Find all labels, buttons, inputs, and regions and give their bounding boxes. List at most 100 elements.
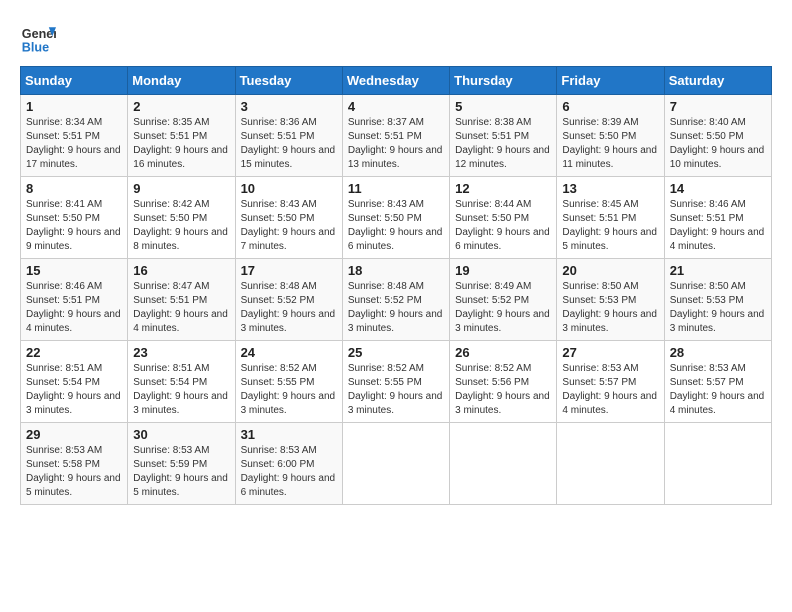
day-info: Sunrise: 8:42 AMSunset: 5:50 PMDaylight:… <box>133 198 229 254</box>
day-number: 10 <box>241 181 337 196</box>
day-info: Sunrise: 8:39 AMSunset: 5:50 PMDaylight:… <box>562 116 658 172</box>
calendar-cell: 10 Sunrise: 8:43 AMSunset: 5:50 PMDayligh… <box>235 177 342 259</box>
calendar-cell: 9 Sunrise: 8:42 AMSunset: 5:50 PMDaylight… <box>128 177 235 259</box>
day-info: Sunrise: 8:43 AMSunset: 5:50 PMDaylight:… <box>241 198 337 254</box>
calendar-cell: 2 Sunrise: 8:35 AMSunset: 5:51 PMDaylight… <box>128 95 235 177</box>
calendar-header-wednesday: Wednesday <box>342 67 449 95</box>
day-info: Sunrise: 8:53 AMSunset: 5:57 PMDaylight:… <box>562 362 658 418</box>
day-info: Sunrise: 8:46 AMSunset: 5:51 PMDaylight:… <box>670 198 766 254</box>
day-info: Sunrise: 8:35 AMSunset: 5:51 PMDaylight:… <box>133 116 229 172</box>
calendar-header-monday: Monday <box>128 67 235 95</box>
day-number: 9 <box>133 181 229 196</box>
day-info: Sunrise: 8:45 AMSunset: 5:51 PMDaylight:… <box>562 198 658 254</box>
day-number: 18 <box>348 263 444 278</box>
day-number: 16 <box>133 263 229 278</box>
calendar-cell: 22 Sunrise: 8:51 AMSunset: 5:54 PMDayligh… <box>21 341 128 423</box>
svg-text:Blue: Blue <box>22 41 49 55</box>
day-number: 7 <box>670 99 766 114</box>
calendar-header-tuesday: Tuesday <box>235 67 342 95</box>
day-info: Sunrise: 8:53 AMSunset: 5:59 PMDaylight:… <box>133 444 229 500</box>
calendar-cell: 19 Sunrise: 8:49 AMSunset: 5:52 PMDayligh… <box>450 259 557 341</box>
calendar-cell <box>557 423 664 505</box>
day-number: 30 <box>133 427 229 442</box>
day-info: Sunrise: 8:38 AMSunset: 5:51 PMDaylight:… <box>455 116 551 172</box>
calendar-cell: 11Sunrise: 8:43 AMSunset: 5:50 PMDayligh… <box>342 177 449 259</box>
day-info: Sunrise: 8:53 AMSunset: 5:58 PMDaylight:… <box>26 444 122 500</box>
calendar-cell: 7 Sunrise: 8:40 AMSunset: 5:50 PMDaylight… <box>664 95 771 177</box>
day-number: 2 <box>133 99 229 114</box>
day-number: 20 <box>562 263 658 278</box>
day-number: 1 <box>26 99 122 114</box>
calendar-body: 1 Sunrise: 8:34 AMSunset: 5:51 PMDaylight… <box>21 95 772 505</box>
day-number: 25 <box>348 345 444 360</box>
calendar-week-row: 15 Sunrise: 8:46 AMSunset: 5:51 PMDayligh… <box>21 259 772 341</box>
calendar-header-sunday: Sunday <box>21 67 128 95</box>
day-number: 29 <box>26 427 122 442</box>
day-number: 13 <box>562 181 658 196</box>
day-number: 26 <box>455 345 551 360</box>
day-info: Sunrise: 8:52 AMSunset: 5:55 PMDaylight:… <box>241 362 337 418</box>
day-info: Sunrise: 8:50 AMSunset: 5:53 PMDaylight:… <box>562 280 658 336</box>
calendar-header-thursday: Thursday <box>450 67 557 95</box>
day-number: 31 <box>241 427 337 442</box>
day-number: 5 <box>455 99 551 114</box>
day-number: 14 <box>670 181 766 196</box>
calendar-cell: 1 Sunrise: 8:34 AMSunset: 5:51 PMDaylight… <box>21 95 128 177</box>
calendar-header-friday: Friday <box>557 67 664 95</box>
calendar-cell: 30 Sunrise: 8:53 AMSunset: 5:59 PMDayligh… <box>128 423 235 505</box>
calendar-cell <box>664 423 771 505</box>
calendar-cell: 3Sunrise: 8:36 AMSunset: 5:51 PMDaylight… <box>235 95 342 177</box>
day-info: Sunrise: 8:51 AMSunset: 5:54 PMDaylight:… <box>26 362 122 418</box>
calendar-cell: 16 Sunrise: 8:47 AMSunset: 5:51 PMDayligh… <box>128 259 235 341</box>
calendar-week-row: 22 Sunrise: 8:51 AMSunset: 5:54 PMDayligh… <box>21 341 772 423</box>
day-number: 24 <box>241 345 337 360</box>
calendar-cell: 25Sunrise: 8:52 AMSunset: 5:55 PMDayligh… <box>342 341 449 423</box>
calendar-week-row: 29 Sunrise: 8:53 AMSunset: 5:58 PMDayligh… <box>21 423 772 505</box>
day-info: Sunrise: 8:49 AMSunset: 5:52 PMDaylight:… <box>455 280 551 336</box>
day-number: 27 <box>562 345 658 360</box>
day-number: 23 <box>133 345 229 360</box>
calendar-cell: 20 Sunrise: 8:50 AMSunset: 5:53 PMDayligh… <box>557 259 664 341</box>
day-info: Sunrise: 8:51 AMSunset: 5:54 PMDaylight:… <box>133 362 229 418</box>
day-info: Sunrise: 8:46 AMSunset: 5:51 PMDaylight:… <box>26 280 122 336</box>
calendar-cell: 24 Sunrise: 8:52 AMSunset: 5:55 PMDayligh… <box>235 341 342 423</box>
day-info: Sunrise: 8:48 AMSunset: 5:52 PMDaylight:… <box>348 280 444 336</box>
day-info: Sunrise: 8:36 AMSunset: 5:51 PMDaylight:… <box>241 116 337 172</box>
logo-icon: General Blue <box>20 20 56 56</box>
calendar-week-row: 1 Sunrise: 8:34 AMSunset: 5:51 PMDaylight… <box>21 95 772 177</box>
calendar-cell: 31 Sunrise: 8:53 AMSunset: 6:00 PMDayligh… <box>235 423 342 505</box>
calendar-cell: 6 Sunrise: 8:39 AMSunset: 5:50 PMDaylight… <box>557 95 664 177</box>
calendar-table: SundayMondayTuesdayWednesdayThursdayFrid… <box>20 66 772 505</box>
calendar-cell: 18 Sunrise: 8:48 AMSunset: 5:52 PMDayligh… <box>342 259 449 341</box>
day-number: 21 <box>670 263 766 278</box>
calendar-header-saturday: Saturday <box>664 67 771 95</box>
day-info: Sunrise: 8:53 AMSunset: 5:57 PMDaylight:… <box>670 362 766 418</box>
day-info: Sunrise: 8:53 AMSunset: 6:00 PMDaylight:… <box>241 444 337 500</box>
day-number: 22 <box>26 345 122 360</box>
day-number: 12 <box>455 181 551 196</box>
calendar-cell: 15 Sunrise: 8:46 AMSunset: 5:51 PMDayligh… <box>21 259 128 341</box>
calendar-cell: 29 Sunrise: 8:53 AMSunset: 5:58 PMDayligh… <box>21 423 128 505</box>
day-info: Sunrise: 8:37 AMSunset: 5:51 PMDaylight:… <box>348 116 444 172</box>
day-info: Sunrise: 8:41 AMSunset: 5:50 PMDaylight:… <box>26 198 122 254</box>
day-info: Sunrise: 8:47 AMSunset: 5:51 PMDaylight:… <box>133 280 229 336</box>
calendar-cell: 17Sunrise: 8:48 AMSunset: 5:52 PMDayligh… <box>235 259 342 341</box>
day-number: 6 <box>562 99 658 114</box>
page-header: General Blue <box>20 20 772 56</box>
day-info: Sunrise: 8:44 AMSunset: 5:50 PMDaylight:… <box>455 198 551 254</box>
day-number: 8 <box>26 181 122 196</box>
calendar-cell: 8 Sunrise: 8:41 AMSunset: 5:50 PMDaylight… <box>21 177 128 259</box>
day-number: 19 <box>455 263 551 278</box>
day-number: 4 <box>348 99 444 114</box>
day-info: Sunrise: 8:48 AMSunset: 5:52 PMDaylight:… <box>241 280 337 336</box>
calendar-cell: 21Sunrise: 8:50 AMSunset: 5:53 PMDayligh… <box>664 259 771 341</box>
calendar-cell <box>342 423 449 505</box>
calendar-cell: 27 Sunrise: 8:53 AMSunset: 5:57 PMDayligh… <box>557 341 664 423</box>
calendar-header-row: SundayMondayTuesdayWednesdayThursdayFrid… <box>21 67 772 95</box>
day-info: Sunrise: 8:40 AMSunset: 5:50 PMDaylight:… <box>670 116 766 172</box>
day-number: 15 <box>26 263 122 278</box>
day-info: Sunrise: 8:52 AMSunset: 5:56 PMDaylight:… <box>455 362 551 418</box>
day-info: Sunrise: 8:43 AMSunset: 5:50 PMDaylight:… <box>348 198 444 254</box>
day-info: Sunrise: 8:34 AMSunset: 5:51 PMDaylight:… <box>26 116 122 172</box>
day-number: 28 <box>670 345 766 360</box>
